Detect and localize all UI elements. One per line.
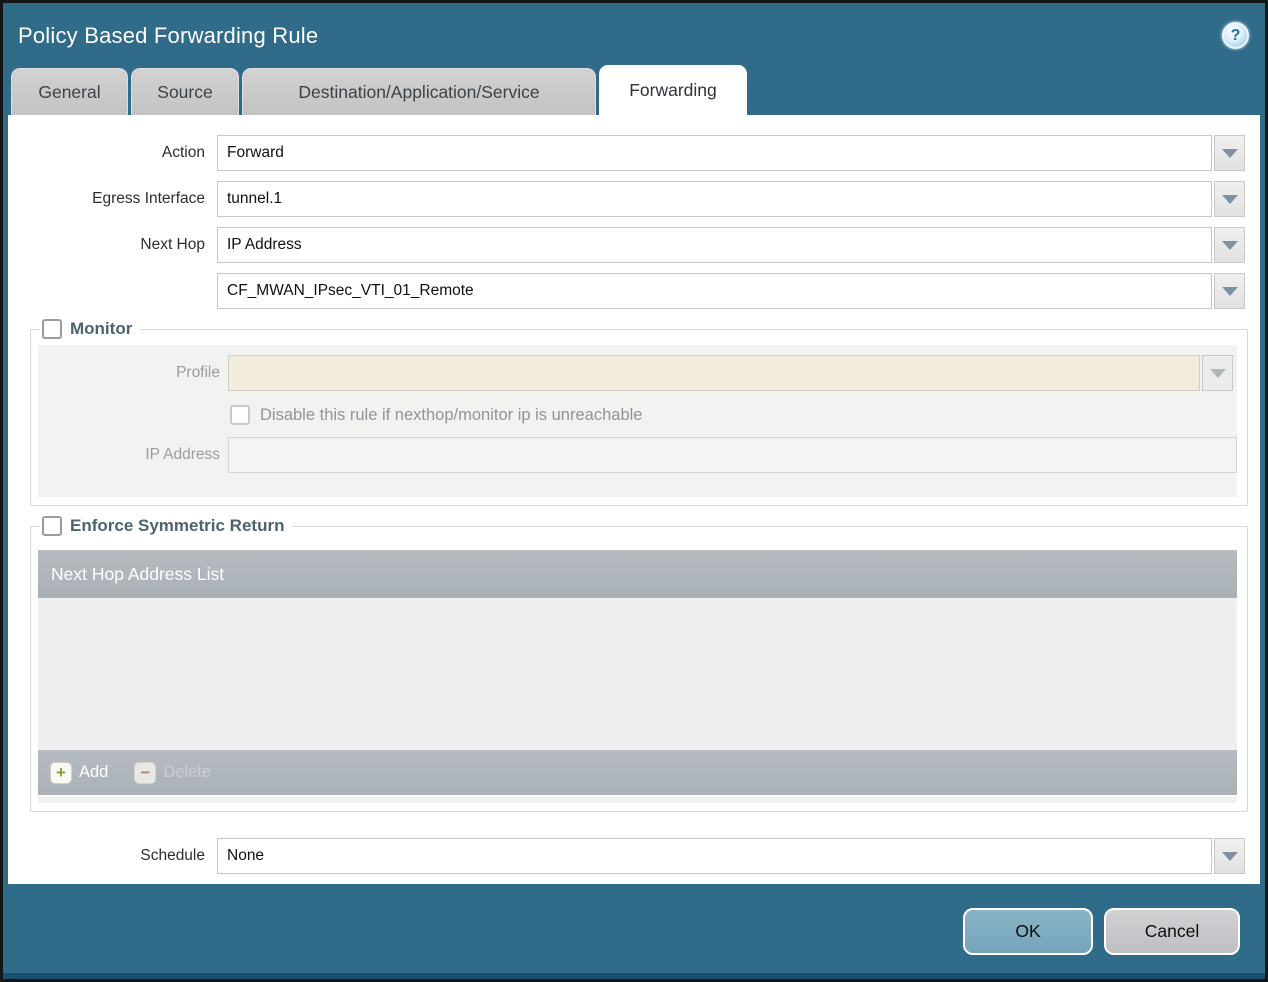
table-header: Next Hop Address List [38,550,1237,598]
forwarding-tab-panel: Action Egress Interface Next Hop [8,115,1260,884]
bottom-accent-strip [3,973,1265,979]
chevron-down-icon [1221,240,1238,250]
schedule-input[interactable] [217,838,1212,874]
tab-general[interactable]: General [11,68,128,115]
next-hop-address-field [217,273,1245,309]
profile-row: Profile [38,355,1237,391]
next-hop-address-row [8,273,1260,309]
help-icon: ? [1230,26,1241,44]
monitor-ip-address-field [228,437,1237,473]
next-hop-field [217,227,1245,263]
next-hop-address-input[interactable] [217,273,1212,309]
schedule-field [217,838,1245,874]
table-header-label: Next Hop Address List [51,563,225,584]
monitor-panel: Profile Disable this rule if nexthop/mon… [38,345,1237,497]
tab-label: General [38,81,101,102]
disable-rule-row: Disable this rule if nexthop/monitor ip … [230,405,1237,425]
ok-button[interactable]: OK [963,908,1093,955]
table-bottom-strip [38,797,1237,803]
schedule-row: Schedule [8,838,1260,874]
chevron-down-icon [1221,286,1238,296]
ok-button-label: OK [1015,921,1041,941]
dialog-title: Policy Based Forwarding Rule [18,22,319,48]
delete-button-label: Delete [163,763,212,781]
profile-field [228,355,1233,391]
tab-label: Destination/Application/Service [298,81,540,102]
schedule-label: Schedule [140,847,205,864]
egress-interface-label: Egress Interface [92,190,205,207]
dialog-footer: OK Cancel [3,884,1265,973]
enforce-symmetric-return-legend: Enforce Symmetric Return [40,516,292,536]
dialog-titlebar: Policy Based Forwarding Rule ? [3,3,1265,62]
add-button-label: Add [79,763,109,781]
next-hop-address-list-table: Next Hop Address List + Add − Delete [38,550,1237,803]
next-hop-dropdown-button[interactable] [1214,227,1245,263]
egress-interface-row: Egress Interface [8,181,1260,217]
next-hop-label: Next Hop [140,236,205,253]
profile-input [228,355,1200,391]
delete-button: − Delete [134,761,212,784]
action-row: Action [8,135,1260,171]
action-dropdown-button[interactable] [1214,135,1245,171]
chevron-down-icon [1221,148,1238,158]
next-hop-type-input[interactable] [217,227,1212,263]
next-hop-row: Next Hop [8,227,1260,263]
chevron-down-icon [1221,851,1238,861]
minus-icon: − [134,761,157,784]
help-button[interactable]: ? [1222,22,1249,49]
egress-interface-dropdown-button[interactable] [1214,181,1245,217]
egress-interface-field [217,181,1245,217]
schedule-dropdown-button[interactable] [1214,838,1245,874]
monitor-ip-address-label: IP Address [145,446,220,463]
tab-label: Source [157,81,213,102]
profile-dropdown-button [1202,355,1233,391]
enforce-symmetric-return-legend-label: Enforce Symmetric Return [70,516,285,535]
table-body[interactable] [38,598,1237,750]
monitor-checkbox[interactable] [42,319,62,339]
policy-forwarding-dialog: Policy Based Forwarding Rule ? General S… [0,0,1268,982]
add-button[interactable]: + Add [50,761,109,784]
disable-rule-checkbox [230,405,250,425]
enforce-symmetric-return-section: Enforce Symmetric Return Next Hop Addres… [30,516,1248,812]
action-label: Action [161,144,205,161]
action-input[interactable] [217,135,1212,171]
tab-bar: General Source Destination/Application/S… [3,62,1265,115]
chevron-down-icon [1221,194,1238,204]
profile-label: Profile [176,364,220,381]
enforce-symmetric-return-checkbox[interactable] [42,516,62,536]
table-footer: + Add − Delete [38,750,1237,795]
monitor-section: Monitor Profile Disable this rule if nex… [30,319,1248,506]
tab-destination-application-service[interactable]: Destination/Application/Service [242,68,596,115]
disable-rule-label: Disable this rule if nexthop/monitor ip … [260,405,643,424]
chevron-down-icon [1209,368,1226,378]
cancel-button[interactable]: Cancel [1104,908,1240,955]
monitor-legend: Monitor [40,319,140,339]
plus-icon: + [50,761,72,784]
monitor-legend-label: Monitor [70,319,133,338]
action-field [217,135,1245,171]
monitor-ip-address-row: IP Address [38,437,1237,473]
next-hop-address-dropdown-button[interactable] [1214,273,1245,309]
tab-label: Forwarding [629,80,717,100]
tab-forwarding[interactable]: Forwarding [599,65,747,115]
cancel-button-label: Cancel [1144,921,1200,941]
egress-interface-input[interactable] [217,181,1212,217]
tab-source[interactable]: Source [131,68,239,115]
monitor-ip-address-input [228,437,1237,473]
